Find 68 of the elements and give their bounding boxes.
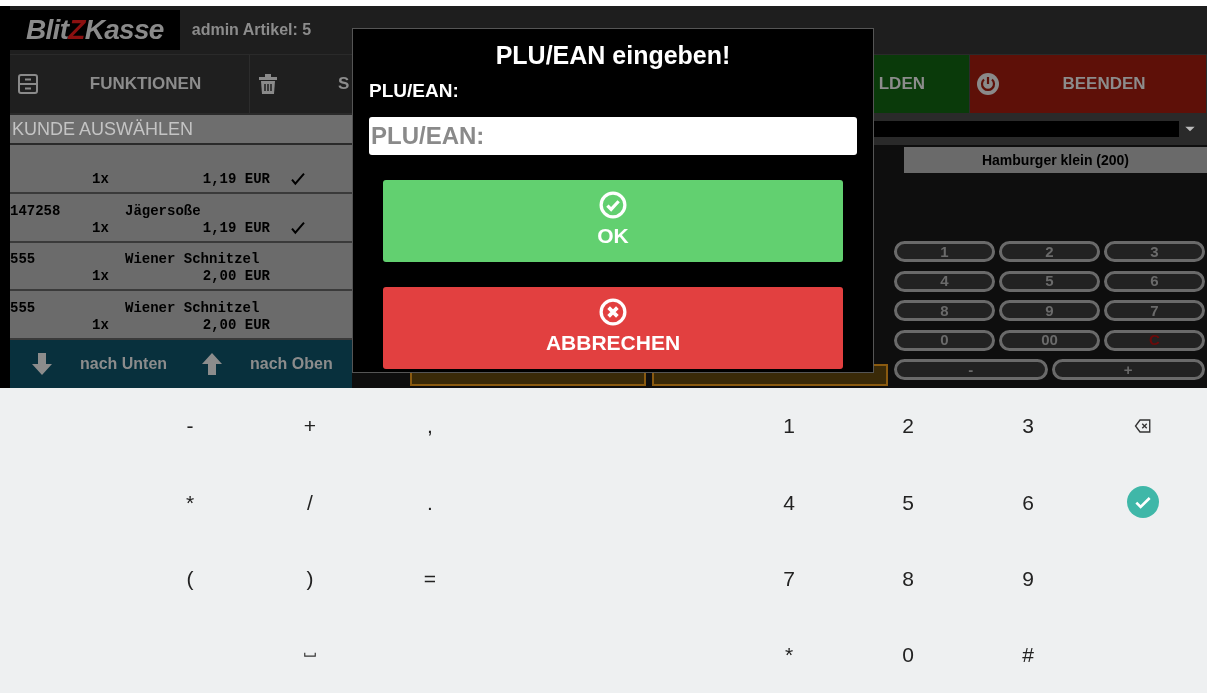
trash-icon [256, 72, 280, 96]
keyboard-key[interactable]: , [419, 410, 441, 442]
close-circle-icon [598, 297, 628, 328]
keyboard-key[interactable]: + [295, 410, 325, 442]
keyboard-key[interactable]: 5 [894, 486, 922, 519]
scroll-button[interactable]: nach Oben [180, 340, 350, 388]
numpad-key[interactable]: 1 [894, 241, 995, 262]
item-qty: 1x [92, 170, 110, 188]
keyboard-key[interactable]: 2 [894, 410, 922, 442]
item-price: 2,00 EUR [201, 268, 270, 286]
item-name: Wiener Schnitzel [125, 300, 260, 317]
field-label: PLU/EAN: [369, 78, 459, 103]
numpad-key[interactable]: 3 [1104, 241, 1205, 262]
numpad-key[interactable]: 5 [999, 270, 1100, 292]
dialog-title: PLU/EAN eingeben! [494, 40, 732, 71]
item-price: 1,19 EUR [201, 219, 270, 237]
keyboard-key[interactable]: 3 [1014, 410, 1042, 442]
logo: BlitZKasse [10, 10, 180, 50]
scroll-button[interactable]: nach Unten [10, 340, 180, 388]
item-name: Jägersoße [125, 202, 201, 220]
menu-button[interactable]: BEENDEN [970, 55, 1207, 113]
numpad-key[interactable]: + [1051, 359, 1205, 381]
keyboard-key[interactable]: 4 [775, 486, 803, 519]
arrow-down-icon [30, 351, 54, 377]
numpad-key[interactable]: 6 [1104, 270, 1205, 292]
keyboard-key[interactable]: * [776, 639, 802, 671]
power-icon [976, 72, 1000, 96]
item-qty: 1x [92, 268, 110, 286]
arrow-up-icon [200, 351, 224, 377]
plu-input-field[interactable]: PLU/EAN: [369, 117, 857, 155]
numpad-key[interactable]: 0 [894, 329, 995, 351]
keyboard-key[interactable]: * [177, 486, 203, 519]
keyboard-key[interactable]: 1 [775, 410, 803, 442]
numpad-key[interactable]: 9 [999, 300, 1100, 322]
numpad-key[interactable]: - [894, 359, 1048, 381]
user-info: admin Artikel: 5 [191, 20, 312, 40]
cancel-button[interactable]: ABBRECHEN [383, 287, 843, 369]
menu-button[interactable]: FUNKTIONEN [10, 55, 250, 113]
item-code: 555 [10, 251, 37, 269]
keyboard-key[interactable]: 0 [894, 639, 922, 671]
keyboard-key[interactable]: - [178, 410, 202, 442]
numpad-key[interactable]: 7 [1104, 300, 1205, 322]
product-button[interactable]: Hamburger klein (200) [904, 147, 1207, 173]
keyboard-key[interactable]: / [299, 486, 321, 519]
check-circle-icon [598, 190, 628, 221]
keyboard-key[interactable]: 9 [1014, 562, 1042, 595]
item-qty: 1x [92, 219, 110, 237]
item-price: 2,00 EUR [201, 317, 270, 334]
numpad-key[interactable]: 4 [894, 270, 995, 292]
done-icon [1127, 486, 1159, 519]
item-code: 555 [10, 300, 37, 317]
item-price: 1,19 EUR [201, 170, 270, 188]
numpad-key[interactable]: 00 [999, 329, 1100, 351]
item-name: Wiener Schnitzel [125, 251, 260, 269]
keyboard-key[interactable]: # [1014, 639, 1042, 671]
numpad-key[interactable]: 8 [894, 300, 995, 322]
keyboard-key[interactable]: 7 [775, 562, 803, 595]
keyboard-key[interactable]: . [419, 486, 441, 519]
keyboard-key[interactable]: = [415, 562, 445, 595]
item-qty: 1x [92, 317, 110, 334]
drawer-icon [16, 72, 40, 96]
keyboard-key[interactable]: ) [298, 562, 322, 595]
item-code: 147258 [10, 202, 62, 220]
numpad-key[interactable]: 2 [999, 241, 1100, 262]
keyboard-key[interactable]: ( [178, 562, 202, 595]
customer-field[interactable]: KUNDE AUSWÄHLEN [10, 115, 352, 143]
keyboard-key[interactable]: 6 [1014, 486, 1042, 519]
keyboard-key[interactable]: 8 [894, 562, 922, 595]
